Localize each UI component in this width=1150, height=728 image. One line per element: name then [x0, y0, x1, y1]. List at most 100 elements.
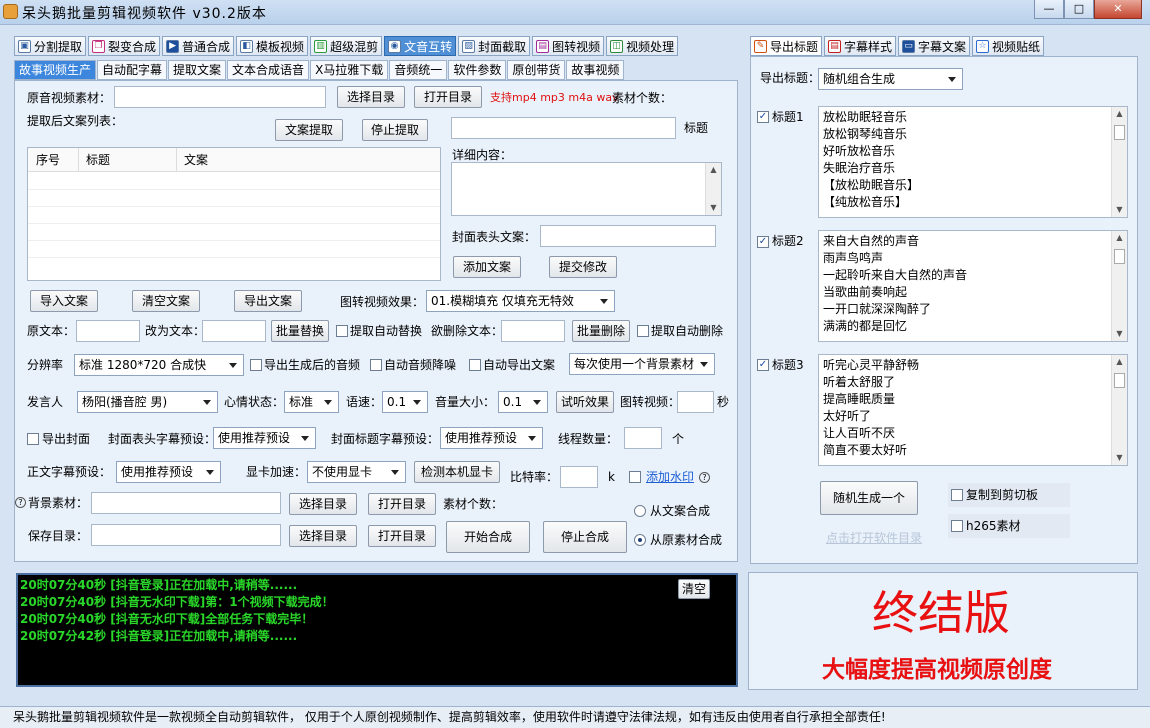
change-to-input[interactable] — [202, 320, 266, 342]
export-audio-checkbox[interactable] — [250, 359, 262, 371]
save-open-dir-button[interactable]: 打开目录 — [368, 525, 436, 547]
export-cover-checkbox[interactable] — [27, 433, 39, 445]
help-icon[interactable]: ? — [699, 472, 710, 483]
tab-export-title[interactable]: ✎ 导出标题 — [750, 36, 823, 56]
body-preset-select[interactable]: 使用推荐预设 — [116, 461, 221, 483]
select-dir-button[interactable]: 选择目录 — [337, 86, 405, 108]
add-watermark-link[interactable]: 添加水印 — [646, 466, 694, 488]
save-path-input[interactable] — [91, 524, 281, 546]
open-dir-button[interactable]: 打开目录 — [414, 86, 482, 108]
bg-help-icon[interactable]: ? — [15, 497, 26, 508]
from-text-radio[interactable] — [634, 505, 646, 517]
subtab-ximalaya-download[interactable]: X马拉雅下载 — [310, 60, 389, 80]
col-header-index[interactable]: 序号 — [36, 149, 60, 171]
subtab-auto-subtitle[interactable]: 自动配字幕 — [97, 60, 168, 80]
title3-checkbox[interactable]: ✓ — [757, 359, 769, 371]
gpu-select[interactable]: 不使用显卡 — [307, 461, 406, 483]
watermark-checkbox[interactable] — [629, 471, 641, 483]
tab-subtitle-text[interactable]: ▭ 字幕文案 — [898, 36, 971, 56]
detail-textarea[interactable]: ▲ ▼ — [451, 162, 722, 216]
image-video-seconds-input[interactable] — [677, 391, 714, 413]
maximize-button[interactable]: □ — [1064, 0, 1094, 19]
copy-clipboard-checkbox[interactable] — [951, 489, 963, 501]
title1-scrollbar[interactable]: ▲ ▼ — [1111, 107, 1127, 217]
tab-fission-compose[interactable]: ❐ 裂变合成 — [88, 36, 161, 56]
bg-open-dir-button[interactable]: 打开目录 — [368, 493, 436, 515]
cover-head-input[interactable] — [540, 225, 716, 247]
start-compose-button[interactable]: 开始合成 — [446, 521, 530, 553]
volume-select[interactable]: 0.1 — [498, 391, 548, 413]
delete-text-input[interactable] — [501, 320, 565, 342]
title2-list[interactable]: 来自大自然的声音 雨声鸟鸣声 一起聆听来自大自然的声音 当歌曲前奏响起 一开口就… — [818, 230, 1128, 342]
col-header-text[interactable]: 文案 — [184, 149, 208, 171]
bg-select-dir-button[interactable]: 选择目录 — [289, 493, 357, 515]
title2-checkbox[interactable]: ✓ — [757, 236, 769, 248]
export-title-mode-select[interactable]: 随机组合生成 — [818, 68, 963, 90]
background-path-input[interactable] — [91, 492, 281, 514]
add-text-button[interactable]: 添加文案 — [453, 256, 521, 278]
tab-video-process[interactable]: ◫ 视频处理 — [606, 36, 679, 56]
log-console[interactable]: 清空 20时07分40秒 [抖音登录]正在加载中,请稍等...... 20时07… — [16, 573, 738, 687]
resolution-select[interactable]: 标准 1280*720 合成快 — [74, 354, 244, 376]
image-effect-select[interactable]: 01.模糊填充 仅填充无特效 — [426, 290, 615, 312]
detail-scrollbar[interactable]: ▲ ▼ — [705, 163, 721, 215]
tab-split-extract[interactable]: ▣ 分割提取 — [14, 36, 87, 56]
subtab-story-video[interactable]: 故事视频生产 — [14, 60, 97, 80]
tab-normal-compose[interactable]: ▶ 普通合成 — [162, 36, 235, 56]
tab-text-audio[interactable]: ◉ 文音互转 — [384, 36, 457, 56]
batch-delete-button[interactable]: 批量删除 — [572, 320, 630, 342]
cover-title-preset-select[interactable]: 使用推荐预设 — [440, 427, 543, 449]
cover-head-preset-select[interactable]: 使用推荐预设 — [213, 427, 316, 449]
subtab-text-to-speech[interactable]: 文本合成语音 — [227, 60, 310, 80]
title1-checkbox[interactable]: ✓ — [757, 111, 769, 123]
import-text-button[interactable]: 导入文案 — [30, 290, 98, 312]
bitrate-input[interactable] — [560, 466, 598, 488]
subtab-software-params[interactable]: 软件参数 — [448, 60, 507, 80]
subtab-story-video-2[interactable]: 故事视频 — [566, 60, 625, 80]
h265-checkbox[interactable] — [951, 520, 963, 532]
minimize-button[interactable]: — — [1034, 0, 1064, 19]
subtab-extract-text[interactable]: 提取文案 — [168, 60, 227, 80]
title3-scrollbar[interactable]: ▲ ▼ — [1111, 355, 1127, 465]
text-list-table[interactable]: 序号 标题 文案 — [27, 147, 441, 281]
speed-select[interactable]: 0.1 — [382, 391, 428, 413]
speaker-select[interactable]: 杨阳(播音腔 男) — [77, 391, 218, 413]
tab-super-mix[interactable]: ▥ 超级混剪 — [310, 36, 383, 56]
tab-video-sticker[interactable]: ☆ 视频贴纸 — [972, 36, 1045, 56]
auto-delete-checkbox[interactable] — [637, 325, 649, 337]
stop-compose-button[interactable]: 停止合成 — [543, 521, 627, 553]
close-button[interactable]: ✕ — [1094, 0, 1142, 19]
open-software-dir-link[interactable]: 点击打开软件目录 — [826, 527, 922, 549]
clear-log-button[interactable]: 清空 — [678, 579, 710, 599]
subtab-audio-unify[interactable]: 音频统一 — [389, 60, 448, 80]
auto-replace-checkbox[interactable] — [336, 325, 348, 337]
from-source-radio[interactable] — [634, 534, 646, 546]
detect-gpu-button[interactable]: 检测本机显卡 — [414, 461, 500, 483]
title3-list[interactable]: 听完心灵平静舒畅 听着太舒服了 提高睡眠质量 太好听了 让人百听不厌 简直不要太… — [818, 354, 1128, 466]
auto-denoise-checkbox[interactable] — [370, 359, 382, 371]
batch-replace-button[interactable]: 批量替换 — [271, 320, 329, 342]
title-input[interactable] — [451, 117, 676, 139]
auto-export-checkbox[interactable] — [469, 359, 481, 371]
tab-cover-capture[interactable]: ▨ 封面截取 — [458, 36, 531, 56]
stop-extract-button[interactable]: 停止提取 — [362, 119, 428, 141]
extract-text-button[interactable]: 文案提取 — [275, 119, 343, 141]
col-header-title[interactable]: 标题 — [86, 149, 110, 171]
title2-scrollbar[interactable]: ▲ ▼ — [1111, 231, 1127, 341]
save-select-dir-button[interactable]: 选择目录 — [289, 525, 357, 547]
background-mode-select[interactable]: 每次使用一个背景素材 — [569, 353, 715, 375]
title1-list[interactable]: 放松助眠轻音乐 放松钢琴纯音乐 好听放松音乐 失眠治疗音乐 【放松助眠音乐】 【… — [818, 106, 1128, 218]
clear-text-button[interactable]: 清空文案 — [132, 290, 200, 312]
source-path-input[interactable] — [114, 86, 326, 108]
subtab-original-goods[interactable]: 原创带货 — [507, 60, 566, 80]
random-generate-button[interactable]: 随机生成一个 — [820, 481, 918, 515]
threads-input[interactable] — [624, 427, 662, 449]
mood-select[interactable]: 标准 — [284, 391, 339, 413]
submit-edit-button[interactable]: 提交修改 — [549, 256, 617, 278]
tab-image-to-video[interactable]: ▤ 图转视频 — [532, 36, 605, 56]
tab-subtitle-style[interactable]: ▤ 字幕样式 — [824, 36, 897, 56]
export-text-button[interactable]: 导出文案 — [234, 290, 302, 312]
tab-template-video[interactable]: ◧ 模板视频 — [236, 36, 309, 56]
try-effect-button[interactable]: 试听效果 — [556, 391, 614, 413]
orig-text-input[interactable] — [76, 320, 140, 342]
